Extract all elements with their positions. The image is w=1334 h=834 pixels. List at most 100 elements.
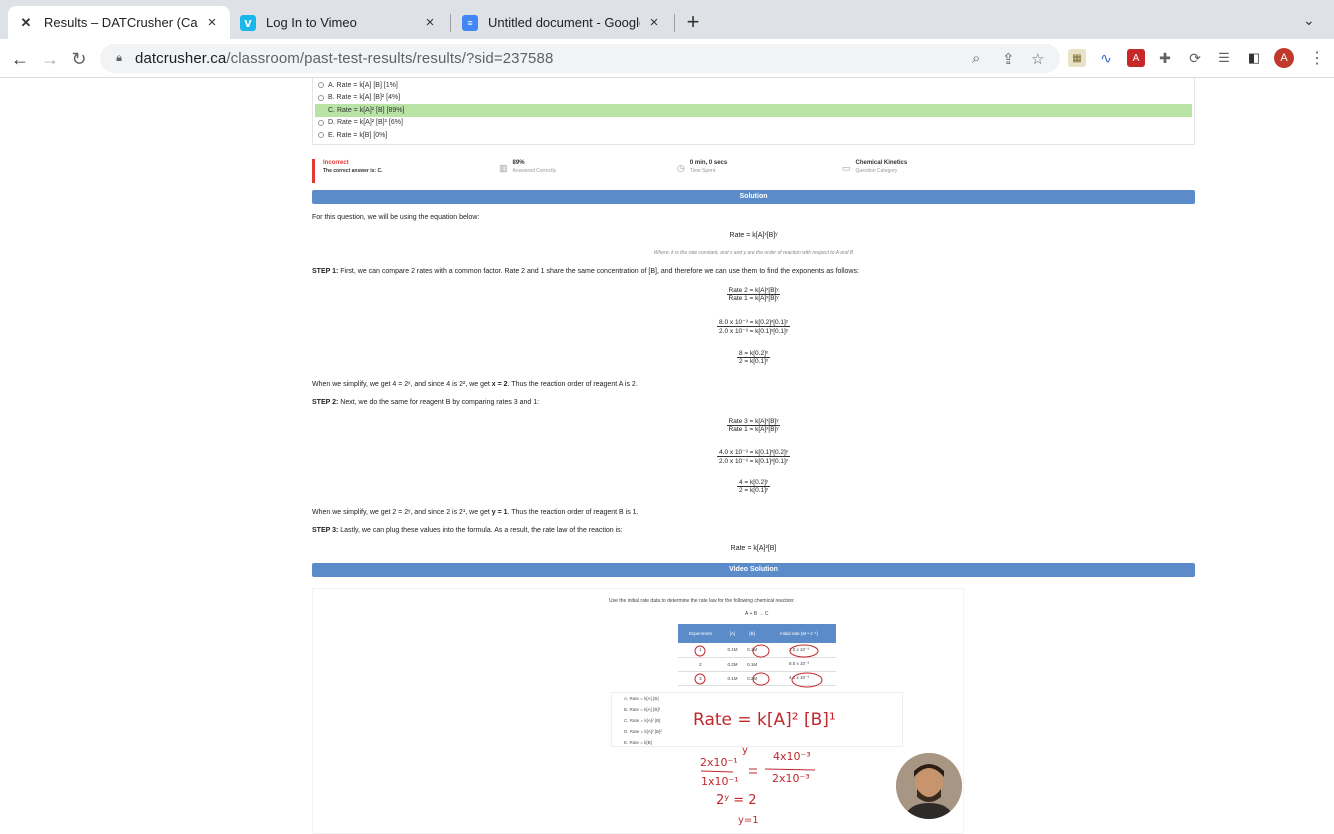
fraction-values-step2: 4.0 x 10⁻³ = k[0.1]ˣ[0.2]ʸ 2.0 x 10⁻³ = k… [612,448,895,465]
radio-icon[interactable] [318,107,324,114]
fraction-rate2-rate1: Rate 2 = k[A]ˣ[B]ʸ Rate 1 = k[A]ˣ[B]ʸ [612,287,895,302]
calendar-icon: ▭ [842,163,851,173]
category-value: Chemical Kinetics [855,160,908,166]
simplify1-part: When we simplify, we get 4 = 2ˣ, and sin… [312,381,492,388]
tab-strip: ✕ Results – DATCrusher (Canada) × v Log … [0,0,1334,39]
step3-text: STEP 3: Lastly, we can plug these values… [312,527,623,534]
radio-icon[interactable] [318,119,324,126]
close-tab-icon[interactable]: × [646,14,662,31]
datcrusher-favicon-icon: ✕ [20,14,32,30]
answer-label: B. Rate = k[A] [B]² [4%] [328,94,401,102]
bookmark-star-icon[interactable]: ☆ [1031,50,1044,68]
fraction-numerator: 4 = k[0.2]ʸ [736,479,770,487]
answer-choice-a[interactable]: A. Rate = k[A] [B] [1%] [315,79,1192,92]
media-controls-icon[interactable]: ☰ [1215,49,1233,67]
fraction-numerator: 8.0 x 10⁻³ = k[0.2]ˣ[0.1]ʸ [717,319,790,327]
answer-label: D. Rate = k[A]² [B]² [6%] [328,119,403,127]
zoom-icon[interactable]: ⌕ [972,50,980,67]
x-result: x = 2 [491,381,508,388]
circle-mark [791,672,823,688]
answer-label: A. Rate = k[A] [B] [1%] [328,81,398,89]
circle-mark [789,644,819,658]
puzzle-extensions-icon[interactable]: ✚ [1156,49,1174,67]
back-arrow-icon[interactable]: ← [8,47,32,71]
tab-vimeo[interactable]: v Log In to Vimeo × [230,6,448,39]
result-summary: Incorrect The correct answer is: C. ▥ 89… [312,159,1195,183]
handwritten-left-den: 1x10⁻¹ [701,775,739,788]
url-path: /classroom/past-test-results/results/?si… [226,50,554,67]
tab-title: Results – DATCrusher (Canada) [44,15,198,30]
address-bar[interactable]: 🔒︎ datcrusher.ca/classroom/past-test-res… [100,44,1060,73]
status-text: Incorrect [323,160,349,166]
close-tab-icon[interactable]: × [422,14,438,31]
simplify2-part: . Thus the reaction order of reagent B i… [507,509,639,516]
handwritten-text: Rate = k[A]² [B]¹ 2x10⁻¹ y 1x10⁻¹ 4x10⁻³… [693,710,836,826]
fraction-numerator: 4.0 x 10⁻³ = k[0.1]ˣ[0.2]ʸ [717,449,790,457]
answer-label: C. Rate = k[A]² [B] [89%] [328,106,405,114]
lock-icon: 🔒︎ [116,52,122,64]
handwritten-right-den: 2x10⁻³ [772,772,810,785]
tab-google-docs[interactable]: ≡ Untitled document - Google Docs × [452,6,672,39]
fraction-denominator: Rate 1 = k[A]ˣ[B]ʸ [728,426,779,433]
radio-icon[interactable] [318,82,324,89]
vimeo-favicon-icon: v [240,14,256,31]
simplify2-part: When we simplify, we get 2 = 2ʸ, and sin… [312,509,492,516]
step1-label: STEP 1: [312,268,339,275]
video-solution-banner: Video Solution [312,563,1195,577]
step3-body: Lastly, we can plug these values into th… [338,527,623,534]
close-tab-icon[interactable]: × [204,14,220,31]
step2-text: STEP 2: Next, we do the same for reagent… [312,399,539,406]
profile-avatar[interactable]: A [1274,48,1294,68]
radio-icon[interactable] [318,94,324,101]
step3-label: STEP 3: [312,527,339,534]
step2-label: STEP 2: [312,399,339,406]
side-panel-icon[interactable]: ◧ [1245,49,1263,67]
radio-icon[interactable] [318,132,324,139]
answer-choice-e[interactable]: E. Rate = k[B] [0%] [315,129,1192,142]
handwritten-eq2: 2ʸ = 2 [716,793,757,808]
fraction-simplified-step1: 8 = k[0.2]ˣ 2 = k[0.1]ˣ [612,350,895,365]
acrobat-extension-icon[interactable]: A [1127,49,1145,67]
fraction-denominator: 2.0 x 10⁻³ = k[0.1]ˣ[0.1]ʸ [719,458,788,465]
solution-intro: For this question, we will be using the … [312,214,480,221]
forward-arrow-icon[interactable]: → [38,47,62,71]
result-percent: ▥ 89% Answered Correctly [499,159,556,183]
fraction-numerator: Rate 2 = k[A]ˣ[B]ʸ [726,287,781,295]
handwritten-rate-law: Rate = k[A]² [B]¹ [693,710,836,730]
answer-choice-b[interactable]: B. Rate = k[A] [B]² [4%] [315,92,1192,105]
result-category: ▭ Chemical Kinetics Question Category [842,159,907,183]
tab-separator [674,14,675,32]
browser-toolbar: ← → ↻ 🔒︎ datcrusher.ca/classroom/past-te… [0,39,1334,78]
y-result: y = 1 [491,509,508,516]
fraction-values-step1: 8.0 x 10⁻³ = k[0.2]ˣ[0.1]ʸ 2.0 x 10⁻³ = k… [612,318,895,335]
reload-icon[interactable]: ↻ [67,47,91,71]
browser-menu-icon[interactable]: ⋮ [1309,48,1325,68]
video-player[interactable]: Use the initial rate data to determine t… [312,588,964,834]
fraction-denominator: 2.0 x 10⁻³ = k[0.1]ˣ[0.1]ʸ [719,328,788,335]
category-label: Question Category [855,168,898,174]
step1-body: First, we can compare 2 rates with a com… [338,268,859,275]
fraction-denominator: 2 = k[0.1]ˣ [738,358,769,365]
fraction-rate3-rate1: Rate 3 = k[A]ˣ[B]ʸ Rate 1 = k[A]ˣ[B]ʸ [612,418,895,433]
tab-search-chevron-icon[interactable]: ⌄ [1303,12,1315,29]
share-icon[interactable]: ⇪ [1002,50,1015,68]
bar-chart-icon: ▥ [499,163,508,173]
waveform-extension-icon[interactable]: ∿ [1097,49,1115,67]
tab-separator [450,14,451,32]
solution-banner: Solution [312,190,1195,204]
calculator-extension-icon[interactable]: ▦ [1068,49,1086,67]
answer-choice-d[interactable]: D. Rate = k[A]² [B]² [6%] [315,117,1192,130]
fraction-numerator: Rate 3 = k[A]ˣ[B]ʸ [726,418,781,426]
tab-datcrusher[interactable]: ✕ Results – DATCrusher (Canada) × [8,6,230,39]
circle-mark [694,645,706,657]
presenter-webcam [896,753,962,819]
step1-text: STEP 1: First, we can compare 2 rates wi… [312,268,859,275]
percent-value: 89% [512,160,525,166]
answer-choice-c[interactable]: C. Rate = k[A]² [B] [89%] [315,104,1192,117]
speed-extension-icon[interactable]: ⟳ [1186,49,1204,67]
fraction-denominator: 2 = k[0.1]ʸ [738,487,768,494]
new-tab-icon[interactable]: + [683,9,703,35]
simplify2-text: When we simplify, we get 2 = 2ʸ, and sin… [312,509,639,516]
fraction-denominator: Rate 1 = k[A]ˣ[B]ʸ [728,295,779,302]
handwritten-eq3: y=1 [738,815,759,826]
